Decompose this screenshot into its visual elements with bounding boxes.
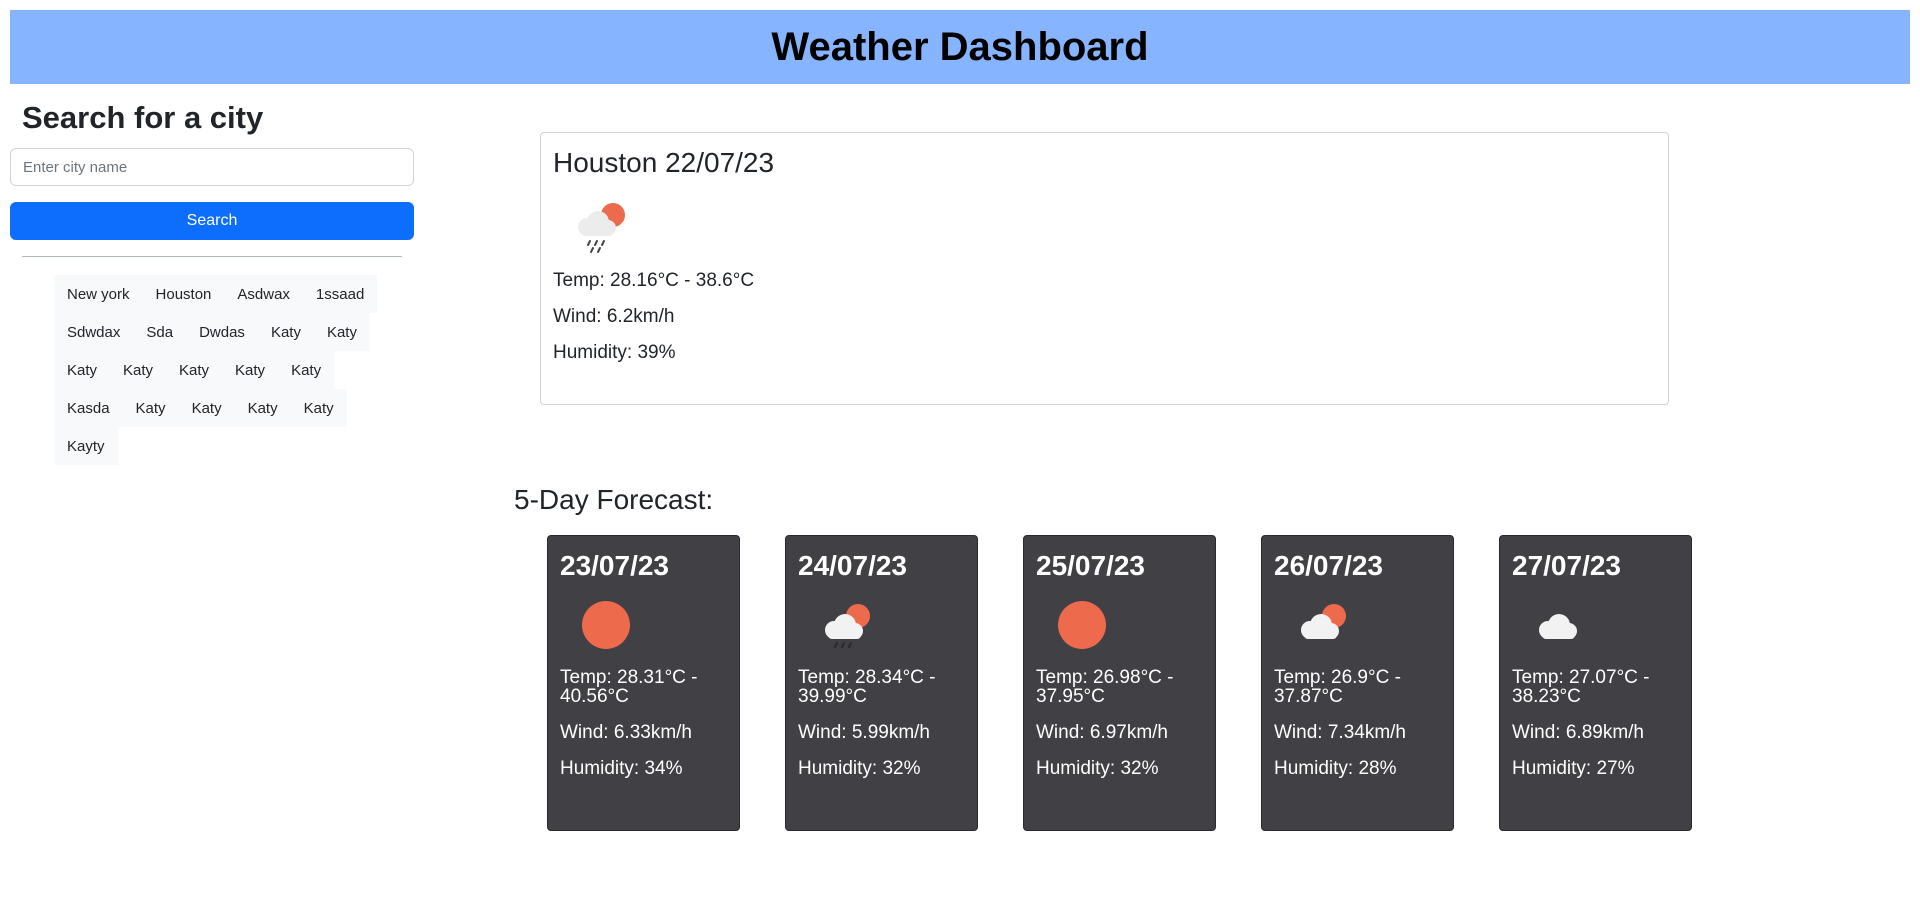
forecast-card: 25/07/23 Temp: 26.98°C -37.95°C Wind: 6.97… <box>1023 535 1216 831</box>
current-weather-card: Houston 22/07/23 Temp: 28.16°C - 38.6°C … <box>540 132 1669 405</box>
forecast-temp-line2: 37.87°C <box>1274 686 1343 707</box>
history-city-button[interactable]: Katy <box>178 389 235 427</box>
history-city-button[interactable]: Kasda <box>54 389 123 427</box>
forecast-temp: Temp: 26.9°C -37.87°C <box>1274 668 1441 706</box>
forecast-humidity: Humidity: 32% <box>1036 758 1159 779</box>
page-header: Weather Dashboard <box>10 10 1910 84</box>
forecast-wind: Wind: 6.97km/h <box>1036 722 1168 743</box>
history-city-button[interactable]: Katy <box>122 389 179 427</box>
history-row: New york Houston Asdwax 1ssaad <box>54 275 394 313</box>
cloud-sun-rain-icon <box>825 604 870 648</box>
forecast-humidity: Humidity: 27% <box>1512 758 1635 779</box>
history-row: Kasda Katy Katy Katy Katy <box>54 389 394 427</box>
forecast-temp-line1: Temp: 28.34°C - <box>798 667 936 688</box>
sun-icon <box>582 601 630 649</box>
history-city-button[interactable]: Asdwax <box>224 275 303 313</box>
forecast-temp: Temp: 26.98°C -37.95°C <box>1036 668 1203 706</box>
forecast-card: 27/07/23 Temp: 27.07°C -38.23°C Wind: 6.89… <box>1499 535 1692 831</box>
forecast-temp: Temp: 27.07°C -38.23°C <box>1512 668 1679 706</box>
forecast-humidity: Humidity: 34% <box>560 758 683 779</box>
forecast-card: 26/07/23 Temp: 26.9°C -37.87°C Wind: 7.34k… <box>1261 535 1454 831</box>
forecast-date: 26/07/23 <box>1274 550 1383 581</box>
forecast-humidity: Humidity: 28% <box>1274 758 1397 779</box>
forecast-date: 27/07/23 <box>1512 550 1621 581</box>
page-title: Weather Dashboard <box>771 24 1149 69</box>
forecast-temp-line2: 40.56°C <box>560 686 629 707</box>
search-heading: Search for a city <box>22 100 264 135</box>
forecast-wind: Wind: 7.34km/h <box>1274 722 1406 743</box>
history-city-button[interactable]: Katy <box>290 389 347 427</box>
forecast-temp-line1: Temp: 26.98°C - <box>1036 667 1174 688</box>
history-city-button[interactable]: Sdwdax <box>54 313 134 351</box>
history-row: Kayty <box>54 427 394 465</box>
forecast-temp-line1: Temp: 27.07°C - <box>1512 667 1650 688</box>
cloud-sun-rain-icon <box>578 203 625 253</box>
history-city-button[interactable]: Houston <box>142 275 225 313</box>
sidebar-divider <box>22 256 402 257</box>
forecast-temp: Temp: 28.34°C -39.99°C <box>798 668 965 706</box>
forecast-temp-line1: Temp: 28.31°C - <box>560 667 698 688</box>
history-row: Sdwdax Sda Dwdas Katy Katy <box>54 313 394 351</box>
history-city-button[interactable]: Katy <box>234 389 291 427</box>
search-sidebar: Search for a city Search New yorkHouston… <box>10 100 414 465</box>
current-wind: Wind: 6.2km/h <box>553 306 675 327</box>
cloud-sun-icon <box>1301 604 1346 639</box>
history-city-button[interactable]: Katy <box>278 351 335 389</box>
cloud-icon <box>1539 614 1577 639</box>
history-city-button[interactable]: Sda <box>133 313 187 351</box>
history-city-button[interactable]: Katy <box>313 313 370 351</box>
forecast-temp-line2: 38.23°C <box>1512 686 1581 707</box>
history-city-button[interactable]: Katy <box>222 351 279 389</box>
history-city-button[interactable]: Dwdas <box>186 313 258 351</box>
forecast-date: 25/07/23 <box>1036 550 1145 581</box>
forecast-temp-line2: 39.99°C <box>798 686 867 707</box>
history-city-button[interactable]: Katy <box>257 313 314 351</box>
history-row: Katy Katy Katy Katy Katy <box>54 351 394 389</box>
search-button[interactable]: Search <box>10 202 414 240</box>
forecast-card: 23/07/23 Temp: 28.31°C -40.56°C Wind: 6.33… <box>547 535 740 831</box>
forecast-cards: 23/07/23 Temp: 28.31°C -40.56°C Wind: 6.33… <box>547 535 1692 831</box>
forecast-title: 5-Day Forecast: <box>514 484 714 515</box>
forecast-temp-line1: Temp: 26.9°C - <box>1274 667 1401 688</box>
forecast-date: 23/07/23 <box>560 550 669 581</box>
history-city-button[interactable]: Katy <box>54 351 111 389</box>
forecast-date: 24/07/23 <box>798 550 907 581</box>
history-city-button[interactable]: Katy <box>166 351 223 389</box>
forecast-temp-line2: 37.95°C <box>1036 686 1105 707</box>
forecast-card: 24/07/23 Temp: 28.34°C -39.99°C Wind: 5.99… <box>785 535 978 831</box>
forecast-wind: Wind: 6.33km/h <box>560 722 692 743</box>
forecast-humidity: Humidity: 32% <box>798 758 921 779</box>
city-search-input[interactable] <box>10 148 414 186</box>
current-temp: Temp: 28.16°C - 38.6°C <box>553 270 755 291</box>
forecast-wind: Wind: 5.99km/h <box>798 722 930 743</box>
history-city-button[interactable]: 1ssaad <box>302 275 378 313</box>
forecast-temp: Temp: 28.31°C -40.56°C <box>560 668 727 706</box>
search-history-list: New york Houston Asdwax 1ssaad Sdwdax Sda Dwda… <box>54 275 394 465</box>
current-humidity: Humidity: 39% <box>553 342 676 363</box>
sun-icon <box>1058 601 1106 649</box>
forecast-wind: Wind: 6.89km/h <box>1512 722 1644 743</box>
history-city-button[interactable]: New york <box>54 275 143 313</box>
current-city-date: Houston 22/07/23 <box>553 147 775 178</box>
history-city-button[interactable]: Kayty <box>54 427 118 465</box>
history-city-button[interactable]: Katy <box>110 351 167 389</box>
